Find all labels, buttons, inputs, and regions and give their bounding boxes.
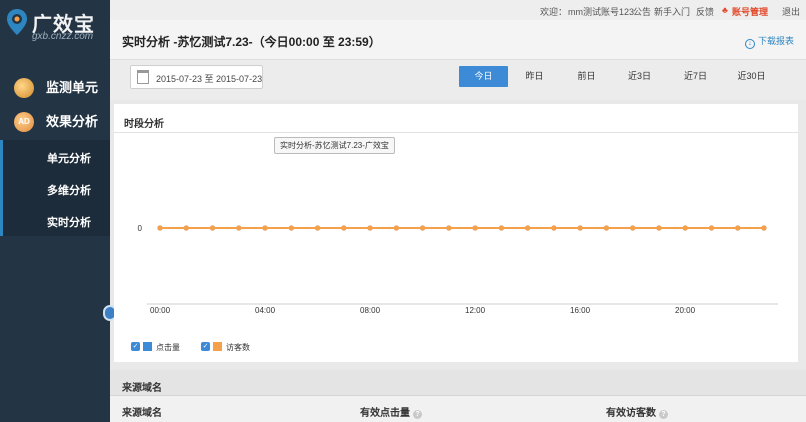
- data-point: [367, 225, 373, 231]
- logout-link[interactable]: 退出: [782, 5, 800, 18]
- download-report-button[interactable]: ↓ 下载报表: [744, 34, 794, 49]
- location-pin-logo-icon: [7, 9, 27, 35]
- column-header-source-domain: 来源域名: [122, 408, 162, 419]
- data-point: [262, 225, 268, 231]
- x-tick-label: 16:00: [570, 306, 591, 315]
- account-icon: ♣: [722, 5, 728, 15]
- checkbox-checked-icon: ✓: [131, 342, 140, 351]
- checkbox-checked-icon: ✓: [201, 342, 210, 351]
- x-tick-label: 20:00: [675, 306, 696, 315]
- data-point: [735, 225, 741, 231]
- sidebar-item-label: 效果分析: [46, 114, 99, 129]
- column-label: 有效访客数: [606, 408, 656, 419]
- section-title: 来源域名: [122, 383, 162, 394]
- ad-icon: AD: [14, 112, 34, 132]
- download-icon: ↓: [744, 39, 755, 49]
- x-tick-label: 04:00: [255, 306, 276, 315]
- page-title: 实时分析 -苏忆测试7.23-（今日00:00 至 23:59）: [122, 35, 381, 49]
- legend-visitors[interactable]: ✓ 访客数: [201, 341, 261, 353]
- source-domain-section-header: 来源域名: [110, 370, 806, 396]
- filter-bar: 2015-07-23 至 2015-07-23 今日 昨日 前日 近3日 近7日…: [110, 60, 806, 100]
- newbie-guide-link[interactable]: 新手入门: [654, 5, 690, 18]
- y-tick-label: 0: [138, 224, 143, 233]
- sidebar-subitem-multidim-analysis[interactable]: 多维分析: [47, 182, 91, 198]
- data-point: [577, 225, 583, 231]
- x-tick-label: 08:00: [360, 306, 381, 315]
- x-tick-label: 00:00: [150, 306, 171, 315]
- range-day-before-button[interactable]: 前日: [562, 66, 611, 87]
- sidebar-subitem-realtime-analysis[interactable]: 实时分析: [47, 214, 91, 230]
- column-header-valid-visitors: 有效访客数?: [606, 404, 668, 419]
- data-point: [682, 225, 688, 231]
- data-point: [761, 225, 767, 231]
- column-label: 有效点击量: [360, 408, 410, 419]
- data-point: [183, 225, 189, 231]
- top-bar: 欢迎： mm测试账号123 公告 新手入门 反馈 ♣ 账号管理 退出: [110, 0, 806, 20]
- username: mm测试账号123: [568, 7, 635, 17]
- data-point: [472, 225, 478, 231]
- sidebar-item-effect-analysis[interactable]: AD 效果分析: [0, 106, 110, 138]
- date-range-picker[interactable]: 2015-07-23 至 2015-07-23: [130, 65, 263, 89]
- legend-swatch: [213, 342, 222, 351]
- brand-logo[interactable]: 广效宝 gxb.cnzz.com: [6, 6, 106, 42]
- range-yesterday-button[interactable]: 昨日: [510, 66, 559, 87]
- range-3days-button[interactable]: 近3日: [615, 66, 664, 87]
- data-point: [236, 225, 242, 231]
- data-point: [314, 225, 321, 231]
- time-analysis-chart[interactable]: 0 00:00 04:00 08:00 12:00 16:00 20:00: [114, 104, 798, 362]
- data-point: [420, 225, 426, 231]
- sidebar-item-label: 监测单元: [46, 80, 99, 95]
- welcome-text: 欢迎：: [540, 7, 568, 17]
- sidebar-subnav: 单元分析 多维分析 实时分析: [0, 140, 110, 236]
- calendar-icon: [137, 70, 149, 84]
- data-point: [551, 225, 557, 231]
- app-root: 广效宝 gxb.cnzz.com 监测单元 AD 效果分析 单元分析 多维分析 …: [0, 0, 806, 422]
- brand-domain: gxb.cnzz.com: [32, 31, 94, 42]
- chart-tooltip: 实时分析-苏忆测试7.23-广效宝: [274, 137, 395, 154]
- legend-swatch: [143, 342, 152, 351]
- date-range-text: 2015-07-23 至 2015-07-23: [156, 74, 263, 84]
- legend-label: 访客数: [226, 343, 250, 352]
- data-point: [603, 225, 610, 231]
- magnifier-icon: [14, 78, 34, 98]
- legend-label: 点击量: [156, 343, 180, 352]
- sidebar-item-monitor-unit[interactable]: 监测单元: [0, 72, 110, 104]
- data-point: [708, 225, 715, 231]
- help-icon[interactable]: ?: [413, 410, 422, 419]
- help-icon[interactable]: ?: [659, 410, 668, 419]
- range-7days-button[interactable]: 近7日: [671, 66, 720, 87]
- time-analysis-panel: 时段分析 0 00:00 04:00 08:00 12:00 16:00 20:00 实时分…: [114, 104, 798, 362]
- x-tick-label: 12:00: [465, 306, 486, 315]
- feedback-link[interactable]: 反馈: [696, 5, 714, 18]
- data-point: [393, 225, 399, 231]
- data-point: [209, 225, 216, 231]
- data-point: [341, 225, 347, 231]
- data-point: [446, 225, 452, 231]
- account-management-link[interactable]: 账号管理: [732, 5, 768, 18]
- sidebar-subitem-unit-analysis[interactable]: 单元分析: [47, 150, 91, 166]
- data-point: [525, 225, 531, 231]
- sidebar: 广效宝 gxb.cnzz.com 监测单元 AD 效果分析 单元分析 多维分析 …: [0, 0, 110, 422]
- data-point: [656, 225, 662, 231]
- column-header-valid-clicks: 有效点击量?: [360, 404, 422, 419]
- range-30days-button[interactable]: 近30日: [727, 66, 776, 87]
- page-header: 实时分析 -苏忆测试7.23-（今日00:00 至 23:59） ↓ 下载报表: [110, 20, 806, 60]
- source-table-header: 来源域名 有效点击量? 有效访客数?: [110, 396, 806, 422]
- data-point: [630, 225, 636, 231]
- data-point: [288, 225, 294, 231]
- range-today-button[interactable]: 今日: [459, 66, 508, 87]
- notice-link[interactable]: 公告: [633, 5, 651, 18]
- data-point: [157, 225, 163, 231]
- data-point: [498, 225, 504, 231]
- legend-clicks[interactable]: ✓ 点击量: [131, 341, 191, 353]
- download-label: 下载报表: [757, 36, 794, 46]
